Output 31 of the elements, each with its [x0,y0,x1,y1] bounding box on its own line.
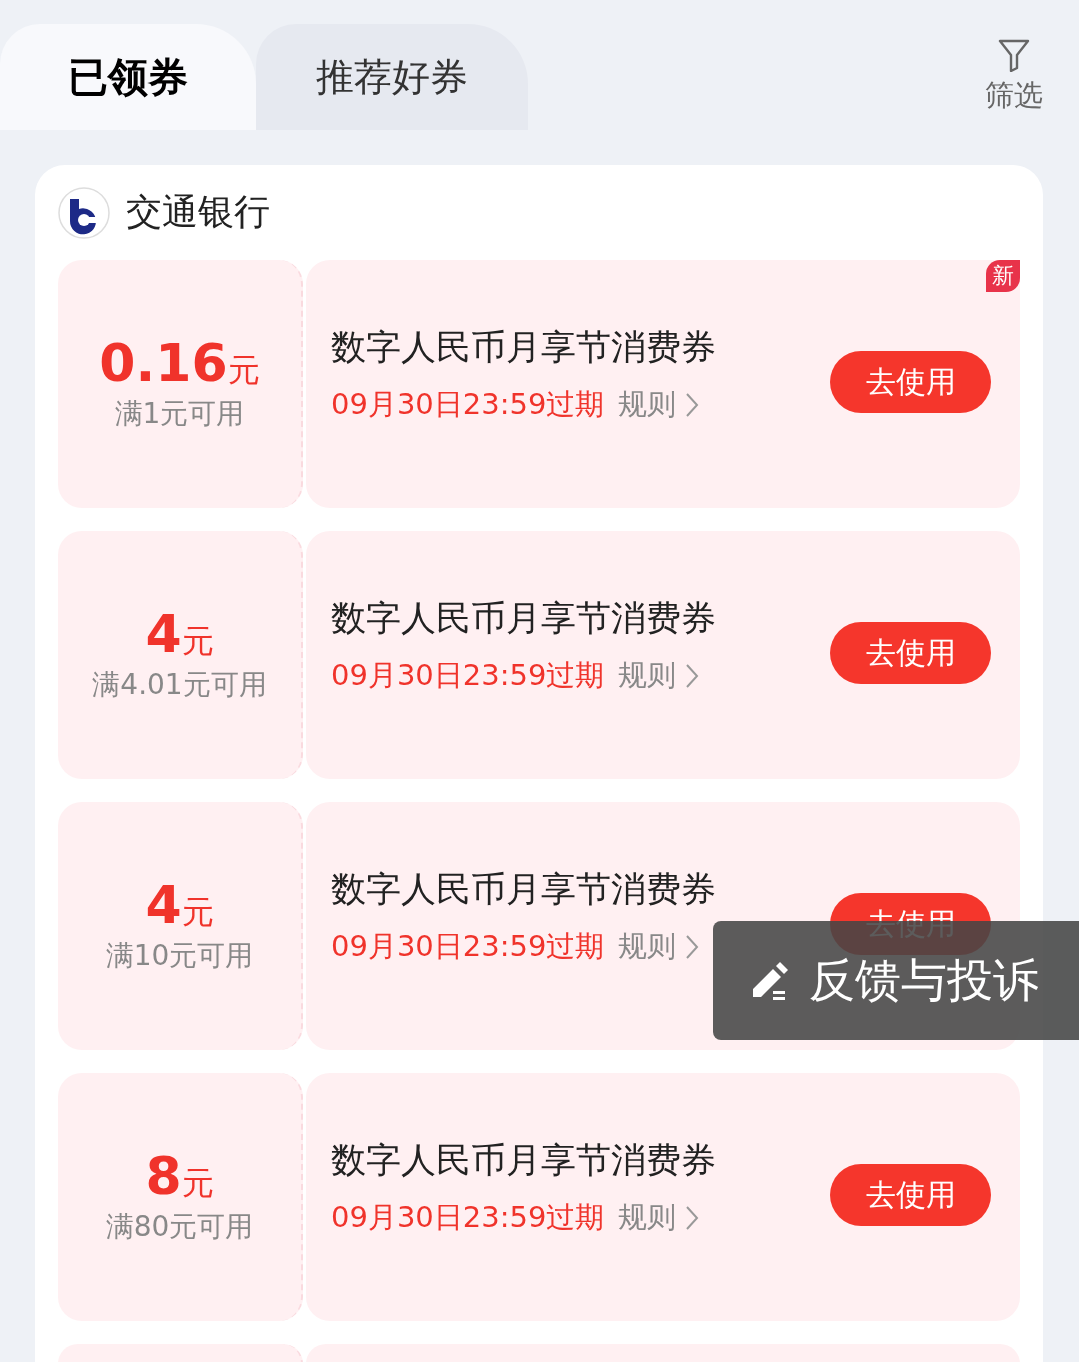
coupon-amount: 0.16元 [99,335,260,393]
coupon-condition: 满80元可用 [105,1208,254,1245]
filter-icon [998,38,1030,72]
coupon-title: 数字人民币月享节消费券 [331,1138,716,1182]
coupon-condition: 满4.01元可用 [92,666,267,703]
new-badge: 新 [986,260,1020,292]
filter-button[interactable]: 筛选 [985,38,1043,116]
rules-link[interactable]: 规则 [618,384,701,425]
coupon-amount: 4元 [145,606,214,664]
bank-name: 交通银行 [126,190,270,234]
tab[interactable]: 推荐好券 [256,24,528,130]
coupon-amount: 4元 [145,877,214,935]
tab[interactable]: 已领券 [0,24,256,130]
coupon-title: 数字人民币月享节消费券 [331,325,716,369]
rules-link[interactable]: 规则 [618,655,701,696]
use-button[interactable]: 去使用 [830,351,991,413]
coupon-title: 数字人民币月享节消费券 [331,596,716,640]
use-button[interactable]: 去使用 [830,1164,991,1226]
expiry-date: 09月30日23:59过期 [331,385,605,423]
coupon-condition: 满10元可用 [105,937,254,974]
expiry-date: 09月30日23:59过期 [331,1198,605,1236]
coupon-condition: 满1元可用 [114,395,245,432]
expiry-date: 09月30日23:59过期 [331,656,605,694]
expiry-date: 09月30日23:59过期 [331,927,605,965]
use-button[interactable]: 去使用 [830,622,991,684]
toast-text: 反馈与投诉 [809,951,1039,1009]
rules-link[interactable]: 规则 [618,1197,701,1238]
rules-link[interactable]: 规则 [618,926,701,967]
coupon-amount: 8元 [145,1148,214,1206]
coupon-title: 数字人民币月享节消费券 [331,867,716,911]
bank-logo-icon [58,186,110,239]
